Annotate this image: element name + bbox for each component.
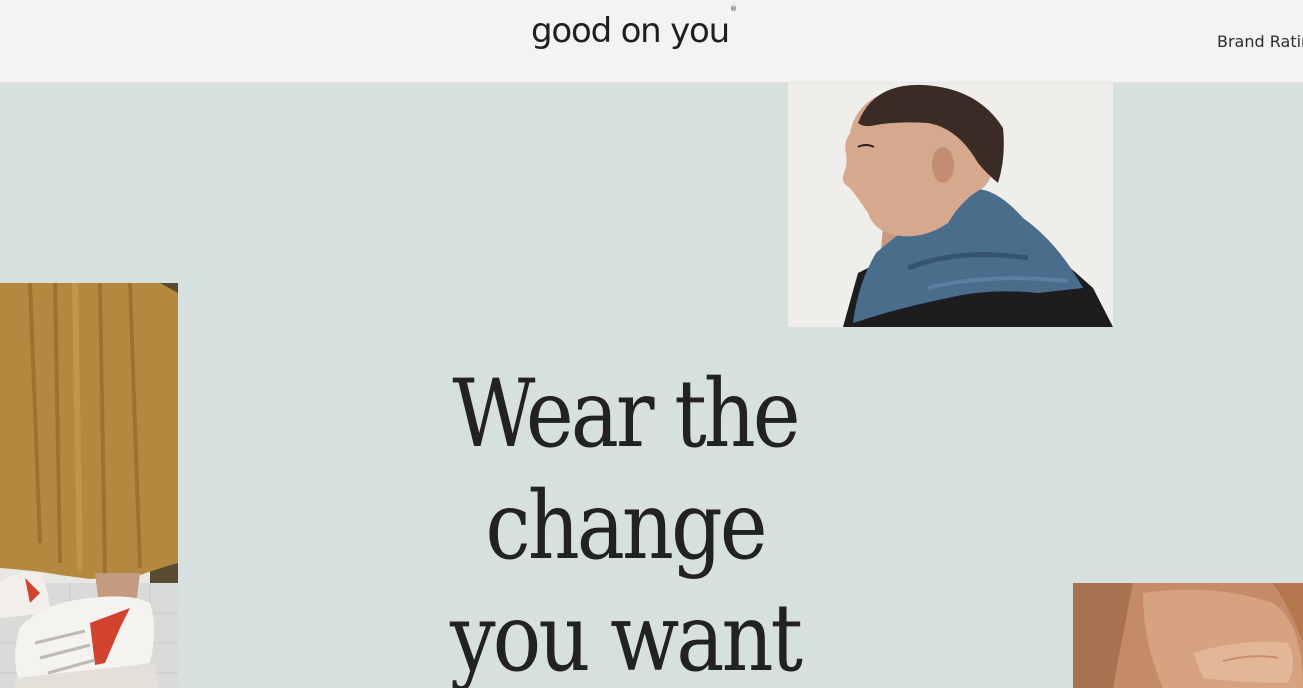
logo-text: good on you xyxy=(531,11,730,51)
headline-line-3: you want xyxy=(450,584,803,688)
hero-headline: Wear the change you want xyxy=(414,359,835,688)
site-header: good on you® Brand Ratings xyxy=(0,0,1303,83)
headline-line-1: Wear the xyxy=(452,360,800,469)
hero-section: Wear the change you want xyxy=(0,83,1303,688)
man-with-blue-scarf-photo xyxy=(788,83,1113,327)
logo[interactable]: good on you® xyxy=(531,5,737,51)
trousers-and-sneakers-photo xyxy=(0,283,178,688)
registered-mark: ® xyxy=(730,4,738,13)
nav-brand-ratings[interactable]: Brand Ratings xyxy=(1217,32,1303,51)
headline-line-2: change xyxy=(485,472,767,581)
bare-shoulder-photo xyxy=(1073,583,1303,688)
